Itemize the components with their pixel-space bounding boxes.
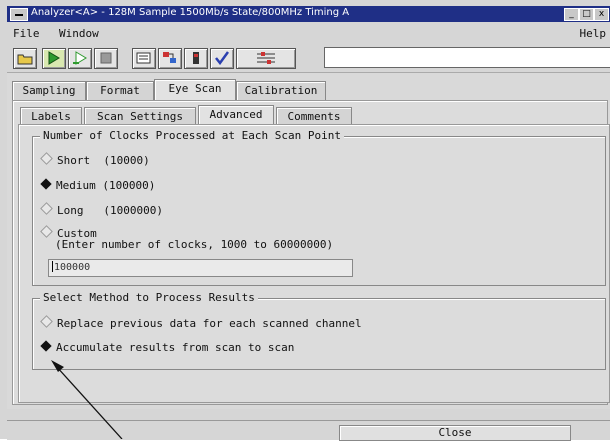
- analyzer-window: Analyzer<A> - 128M Sample 1500Mb/s State…: [0, 0, 610, 441]
- callout-arrow: [51, 360, 123, 439]
